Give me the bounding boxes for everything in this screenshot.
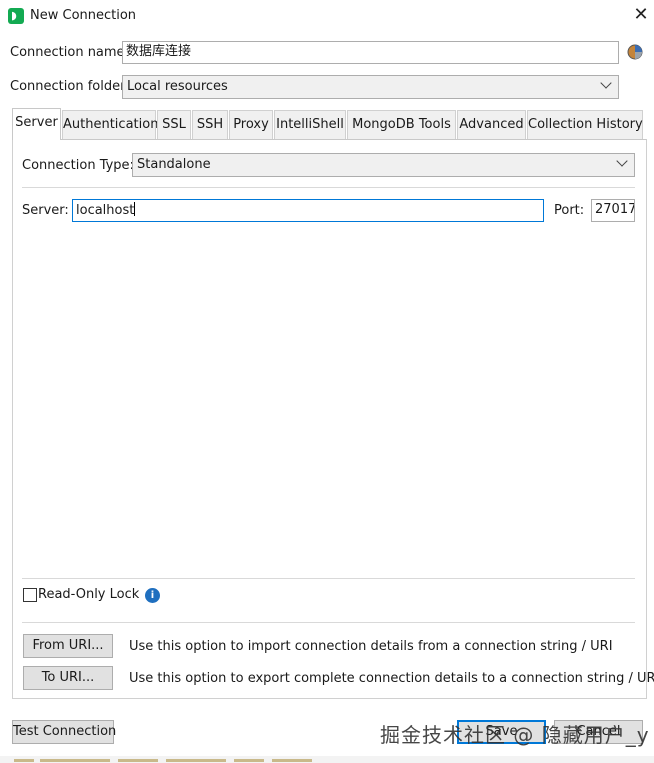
title-bar: ◗ New Connection ✕: [0, 0, 654, 32]
tab-server[interactable]: Server: [12, 108, 61, 140]
connection-type-label: Connection Type:: [22, 158, 134, 173]
port-label: Port:: [554, 203, 585, 218]
connection-folder-value: Local resources: [127, 79, 228, 94]
color-picker-icon[interactable]: [627, 44, 643, 60]
chevron-down-icon: [600, 77, 612, 89]
tab-proxy[interactable]: Proxy: [229, 110, 273, 139]
to-uri-description: Use this option to export complete conne…: [129, 671, 654, 686]
text-cursor: [134, 202, 136, 216]
connection-name-label: Connection name:: [10, 45, 129, 60]
connection-name-input[interactable]: 数据库连接: [122, 41, 619, 64]
connection-type-select[interactable]: Standalone: [132, 153, 635, 177]
window-title: New Connection: [30, 8, 137, 23]
chevron-down-icon: [616, 155, 628, 167]
bottom-strip: [0, 756, 654, 763]
connection-folder-label: Connection folder:: [10, 79, 130, 94]
tab-mongodb-tools[interactable]: MongoDB Tools: [347, 110, 456, 139]
tab-collection-history[interactable]: Collection History: [527, 110, 643, 139]
from-uri-button[interactable]: From URI...: [23, 634, 113, 658]
read-only-lock-checkbox[interactable]: [23, 588, 37, 602]
divider: [22, 622, 635, 623]
tab-authentication[interactable]: Authentication: [62, 110, 158, 139]
server-tab-panel: [12, 139, 647, 699]
from-uri-description: Use this option to import connection det…: [129, 639, 613, 654]
tab-ssl[interactable]: SSL: [157, 110, 191, 139]
divider: [22, 187, 635, 188]
tab-ssh[interactable]: SSH: [192, 110, 228, 139]
info-icon[interactable]: i: [145, 588, 160, 603]
connection-type-value: Standalone: [137, 157, 211, 172]
server-input-value: localhost: [76, 203, 135, 218]
divider: [22, 578, 635, 579]
port-input[interactable]: 27017: [591, 199, 635, 222]
server-input[interactable]: localhost: [72, 199, 544, 222]
test-connection-button[interactable]: Test Connection: [12, 720, 116, 744]
tab-advanced[interactable]: Advanced: [457, 110, 526, 139]
connection-folder-select[interactable]: Local resources: [122, 75, 619, 99]
app-icon: ◗: [8, 8, 24, 24]
close-icon[interactable]: ✕: [630, 4, 652, 26]
server-label: Server:: [22, 203, 69, 218]
to-uri-button[interactable]: To URI...: [23, 666, 113, 690]
watermark: 掘金技术社区 @ 隐藏用户_y: [380, 723, 650, 747]
read-only-lock-label: Read-Only Lock: [38, 587, 140, 602]
tab-intellishell[interactable]: IntelliShell: [274, 110, 346, 139]
